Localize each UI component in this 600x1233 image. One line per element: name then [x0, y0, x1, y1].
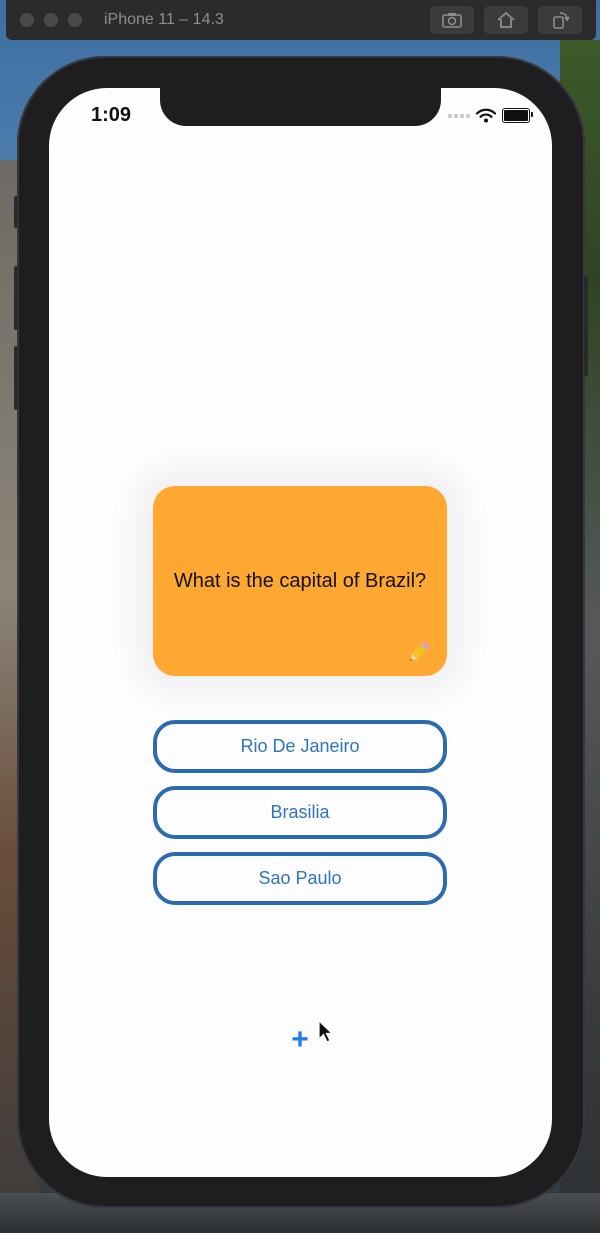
volume-up-button: [14, 266, 18, 330]
zoom-window-button[interactable]: [68, 13, 82, 27]
battery-icon: [502, 108, 533, 123]
mouse-cursor-icon: [318, 1020, 334, 1043]
minimize-window-button[interactable]: [44, 13, 58, 27]
question-text: What is the capital of Brazil?: [173, 569, 427, 592]
home-icon: [497, 11, 515, 28]
add-button[interactable]: +: [284, 1024, 316, 1056]
answer-button-rio-de-janeiro[interactable]: Rio De Janeiro: [153, 720, 447, 773]
answer-button-brasilia[interactable]: Brasilia: [153, 786, 447, 839]
close-window-button[interactable]: [20, 13, 34, 27]
answer-list: Rio De Janeiro Brasilia Sao Paulo: [153, 720, 447, 905]
camera-icon: [442, 13, 462, 28]
answer-button-sao-paulo[interactable]: Sao Paulo: [153, 852, 447, 905]
pencil-icon[interactable]: [405, 638, 433, 666]
notch: [160, 88, 441, 126]
simulator-toolbar: [430, 6, 582, 34]
power-button: [584, 276, 588, 376]
screenshot-button[interactable]: [430, 6, 474, 34]
wifi-icon: [476, 108, 496, 123]
simulator-title-bar: iPhone 11 – 14.3: [6, 0, 596, 40]
status-icons: [448, 108, 533, 123]
cellular-signal-icon: [448, 113, 470, 118]
status-time: 1:09: [91, 104, 132, 126]
question-card[interactable]: What is the capital of Brazil?: [153, 486, 447, 676]
rotate-button[interactable]: [538, 6, 582, 34]
simulator-title: iPhone 11 – 14.3: [104, 11, 224, 28]
home-button[interactable]: [484, 6, 528, 34]
mute-switch: [14, 196, 18, 228]
rotate-icon: [553, 12, 570, 29]
window-controls: [20, 13, 82, 27]
volume-down-button: [14, 346, 18, 410]
device-screen: 1:09 What is the capital of Brazil? Rio …: [49, 88, 552, 1177]
